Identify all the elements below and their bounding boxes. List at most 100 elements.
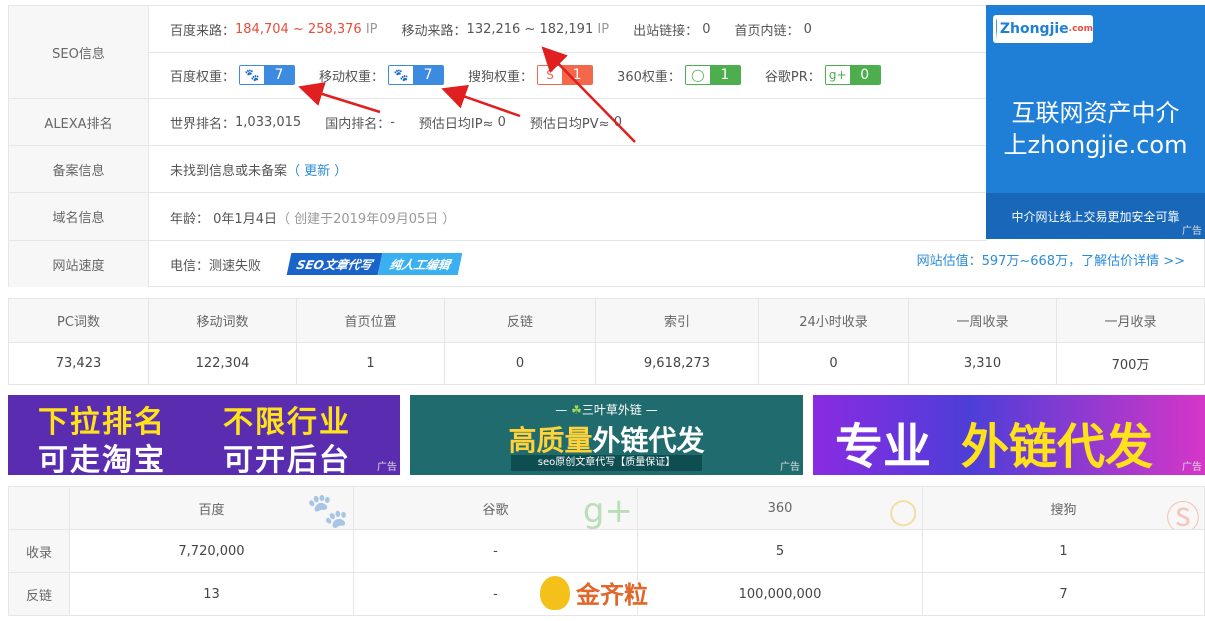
age-label: 年龄：: [170, 211, 210, 227]
sogou-logo-icon: S: [538, 66, 563, 84]
engine-header-row: 百度 🐾 谷歌 g+ 360 ○ 搜狗 Ⓢ: [8, 486, 1205, 530]
engine-cell: -: [353, 529, 638, 573]
360-logo-icon: ◯: [685, 66, 710, 84]
record-line: 未找到信息或未备案 （ 更新 ）: [170, 146, 347, 192]
stats-header: 反链: [444, 298, 596, 343]
stats-cell: 73,423: [8, 341, 149, 385]
engine-header-baidu: 百度 🐾: [69, 486, 354, 530]
stats-header: 24小时收录: [758, 298, 909, 343]
professional-links-ad-banner[interactable]: 专业 外链代发 广告: [813, 395, 1205, 475]
baidu-paw-icon: 🐾: [240, 66, 265, 84]
google-pr-label: 谷歌PR：: [764, 69, 821, 85]
row-label: 收录: [8, 529, 70, 573]
stats-header: 索引: [595, 298, 759, 343]
domain-label: 域名信息: [9, 193, 149, 240]
est-ip-value: 0: [497, 114, 506, 130]
engine-cell: 1: [922, 529, 1205, 573]
stats-value-row: 73,423 122,304 1 0 9,618,273 0 3,310 700…: [8, 341, 1205, 385]
zhongjie-slogan: 中介网让线上交易更加安全可靠: [986, 193, 1205, 239]
sogou-logo-icon: Ⓢ: [1166, 499, 1200, 530]
stats-header: 移动词数: [148, 298, 297, 343]
homepage-inlinks-label: 首页内链：: [734, 23, 800, 39]
google-plus-icon: g+: [582, 491, 633, 530]
outlinks-value: 0: [702, 21, 711, 37]
ad-mark: 广告: [1182, 462, 1202, 473]
stats-table: PC词数 移动词数 首页位置 反链 索引 24小时收录 一周收录 一月收录 73…: [8, 298, 1205, 385]
est-pv-label: 预估日均PV≈: [529, 116, 610, 132]
baidu-paw-icon: 🐾: [389, 66, 414, 84]
mobile-weight-label: 移动权重：: [319, 69, 385, 85]
shield-icon: [996, 18, 997, 40]
stats-cell: 0: [758, 341, 909, 385]
row-label: 反链: [8, 572, 70, 616]
google-pr-badge[interactable]: g+ 0: [824, 65, 881, 85]
stats-cell: 9,618,273: [595, 341, 759, 385]
w360-weight-badge[interactable]: ◯ 1: [684, 65, 741, 85]
stats-header-row: PC词数 移动词数 首页位置 反链 索引 24小时收录 一周收录 一月收录: [8, 298, 1205, 343]
record-row: 备案信息: [9, 146, 987, 193]
stats-header: 一周收录: [908, 298, 1057, 343]
sogou-weight-badge[interactable]: S 1: [537, 65, 594, 85]
age-value: 0年1月4日: [213, 211, 277, 227]
stats-cell: 0: [444, 341, 596, 385]
domestic-rank-value: -: [390, 114, 395, 130]
zhongjie-logo: Zhongjie .com: [993, 15, 1093, 43]
engine-cell: 100,000,000: [637, 572, 923, 616]
site-estimate-link[interactable]: 网站估值：597万~668万，了解估价详情 >>: [917, 250, 1185, 269]
world-rank-value: 1,033,015: [235, 114, 302, 130]
est-ip-label: 预估日均IP≈: [418, 116, 494, 132]
mobile-source-label: 移动来路：: [401, 23, 467, 39]
baidu-weight-label: 百度权重：: [170, 69, 236, 85]
engine-indexed-row: 收录 7,720,000 - 5 1: [8, 529, 1205, 573]
clover-links-ad-banner[interactable]: — ☘三叶草外链 — 高质量外链代发 seo原创文章代写【质量保证】 广告: [410, 395, 803, 475]
engine-header-google: 谷歌 g+: [353, 486, 638, 530]
est-pv-value: 0: [613, 114, 622, 130]
record-update-link[interactable]: （ 更新 ）: [287, 160, 347, 179]
homepage-inlinks-value: 0: [803, 21, 812, 37]
zhongjie-ad[interactable]: Zhongjie .com 互联网资产中介 上zhongjie.com 中介网让…: [986, 5, 1205, 239]
baidu-weight-badge[interactable]: 🐾 7: [239, 65, 296, 85]
engine-cell: 5: [637, 529, 923, 573]
seo-info-label: SEO信息: [9, 6, 149, 98]
created-date: （ 创建于2019年09月05日 ）: [276, 211, 456, 227]
mobile-source-value: 132,216 ~ 182,191: [466, 21, 594, 37]
seo-writing-ad-tag[interactable]: SEO文章代写 纯人工编辑: [286, 253, 463, 275]
bird-logo-icon: [540, 575, 570, 610]
jinqili-watermark: 金齐粒: [540, 575, 648, 610]
ad-mark: 广告: [377, 462, 397, 473]
clover-icon: ☘: [571, 403, 582, 417]
domestic-rank-label: 国内排名：: [325, 116, 391, 132]
baidu-source-label: 百度来路：: [170, 23, 236, 39]
engine-header-360: 360 ○: [637, 486, 923, 530]
stats-cell: 122,304: [148, 341, 297, 385]
domain-line: 年龄： 0年1月4日 （ 创建于2019年09月05日 ）: [170, 194, 455, 240]
world-rank-label: 世界排名：: [170, 116, 236, 132]
stats-cell: 1: [296, 341, 445, 385]
baidu-paw-icon: 🐾: [306, 491, 349, 530]
traffic-line: 百度来路： 184,704 ~ 258,376 IP 移动来路： 132,216…: [170, 6, 836, 52]
speed-line: 电信：测速失败 SEO文章代写 纯人工编辑: [170, 241, 463, 287]
record-text: 未找到信息或未备案: [170, 163, 288, 179]
speed-label: 网站速度: [9, 241, 149, 287]
stats-header: 一月收录: [1056, 298, 1205, 343]
sogou-weight-label: 搜狗权重：: [468, 69, 534, 85]
w360-weight-label: 360权重：: [617, 69, 681, 85]
ad-mark: 广告: [1182, 226, 1202, 237]
stats-cell: 3,310: [908, 341, 1057, 385]
engine-cell: 7: [922, 572, 1205, 616]
engine-cell: 13: [69, 572, 354, 616]
weights-line: 百度权重： 🐾 7 移动权重： 🐾 7 搜狗权重： S 1 360权重： ◯ 1…: [170, 52, 905, 98]
alexa-label: ALEXA排名: [9, 99, 149, 145]
zhongjie-title-2: 上zhongjie.com: [1003, 131, 1188, 159]
stats-cell: 700万: [1056, 341, 1205, 385]
zhongjie-title-1: 互联网资产中介: [1011, 99, 1180, 127]
record-label: 备案信息: [9, 146, 149, 192]
engine-cell: 7,720,000: [69, 529, 354, 573]
google-plus-icon: g+: [825, 66, 850, 84]
baidu-source-value: 184,704 ~ 258,376: [235, 21, 362, 37]
ranking-ad-banner[interactable]: 下拉排名 不限行业 可走淘宝 可开后台 广告: [8, 395, 400, 475]
speed-text: 电信：测速失败: [170, 258, 262, 274]
ad-mark: 广告: [780, 462, 800, 473]
stats-header: PC词数: [8, 298, 149, 343]
mobile-weight-badge[interactable]: 🐾 7: [388, 65, 445, 85]
